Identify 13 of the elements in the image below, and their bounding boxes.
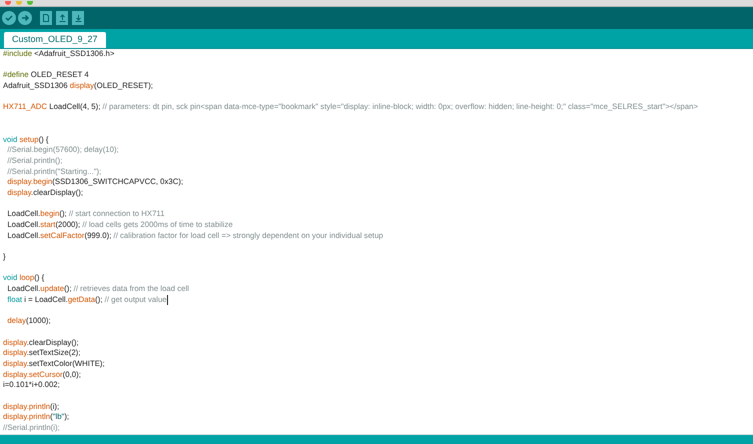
arrow-right-icon — [21, 14, 29, 22]
document-icon — [43, 14, 49, 22]
open-button[interactable] — [56, 11, 68, 25]
zoom-window-icon[interactable] — [27, 1, 33, 5]
arrow-up-icon — [58, 14, 66, 22]
upload-button[interactable] — [18, 11, 32, 25]
sketch-tab[interactable]: Custom_OLED_9_27 — [4, 32, 106, 48]
new-file-button[interactable] — [40, 11, 52, 25]
verify-button[interactable] — [2, 11, 16, 25]
arrow-down-icon — [74, 14, 82, 22]
close-window-icon[interactable] — [5, 1, 11, 5]
save-button[interactable] — [72, 11, 84, 25]
checkmark-icon — [5, 14, 13, 22]
